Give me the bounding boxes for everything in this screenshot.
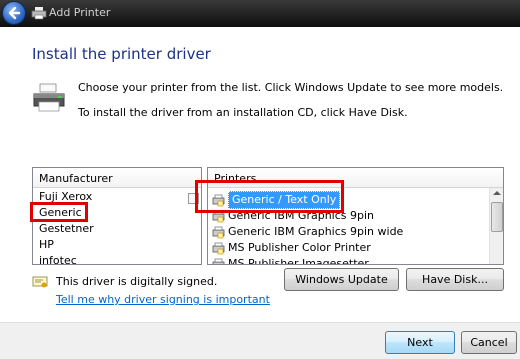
printer-label: MS Publisher Color Printer	[228, 241, 371, 254]
scroll-thumb[interactable]	[491, 202, 503, 232]
list-item-ms-publisher-color[interactable]: MS Publisher Color Printer	[208, 240, 503, 256]
windows-update-button[interactable]: Windows Update	[284, 268, 399, 291]
highlight-box-generic-text-only	[195, 180, 344, 213]
instructions-text: Choose your printer from the list. Click…	[78, 81, 504, 94]
printer-driver-icon	[212, 242, 225, 254]
printer-driver-icon	[212, 258, 225, 264]
printer-label: MS Publisher Imagesetter	[228, 257, 369, 265]
driver-signing-link[interactable]: Tell me why driver signing is important	[56, 293, 270, 306]
highlight-box-generic	[30, 202, 88, 222]
page-title: Install the printer driver	[32, 45, 211, 63]
printer-driver-icon	[212, 226, 225, 238]
install-cd-text: To install the driver from an installati…	[78, 106, 408, 119]
scroll-up-arrow-icon[interactable]	[493, 191, 501, 195]
have-disk-button[interactable]: Have Disk...	[406, 268, 504, 291]
printer-icon	[31, 7, 47, 20]
list-item-gestetner[interactable]: Gestetner	[33, 221, 201, 237]
list-item-generic-ibm-9pin-wide[interactable]: Generic IBM Graphics 9pin wide	[208, 224, 503, 240]
list-item-hp[interactable]: HP	[33, 237, 201, 253]
printer-label: Generic IBM Graphics 9pin wide	[228, 225, 404, 238]
certificate-icon	[32, 276, 48, 288]
title-bar: Add Printer	[0, 0, 520, 27]
cancel-button[interactable]: Cancel	[461, 331, 517, 354]
back-button[interactable]	[2, 1, 26, 25]
back-arrow-icon	[8, 6, 21, 20]
next-button[interactable]: Next	[385, 331, 455, 354]
manufacturer-column-header[interactable]: Manufacturer	[33, 168, 201, 188]
list-item-ms-publisher-imagesetter[interactable]: MS Publisher Imagesetter	[208, 256, 503, 265]
printers-scrollbar[interactable]	[489, 188, 503, 264]
window-title: Add Printer	[49, 6, 111, 19]
signed-status-text: This driver is digitally signed.	[56, 275, 218, 288]
list-item-infotec[interactable]: infotec	[33, 253, 201, 264]
printer-icon	[33, 83, 65, 112]
